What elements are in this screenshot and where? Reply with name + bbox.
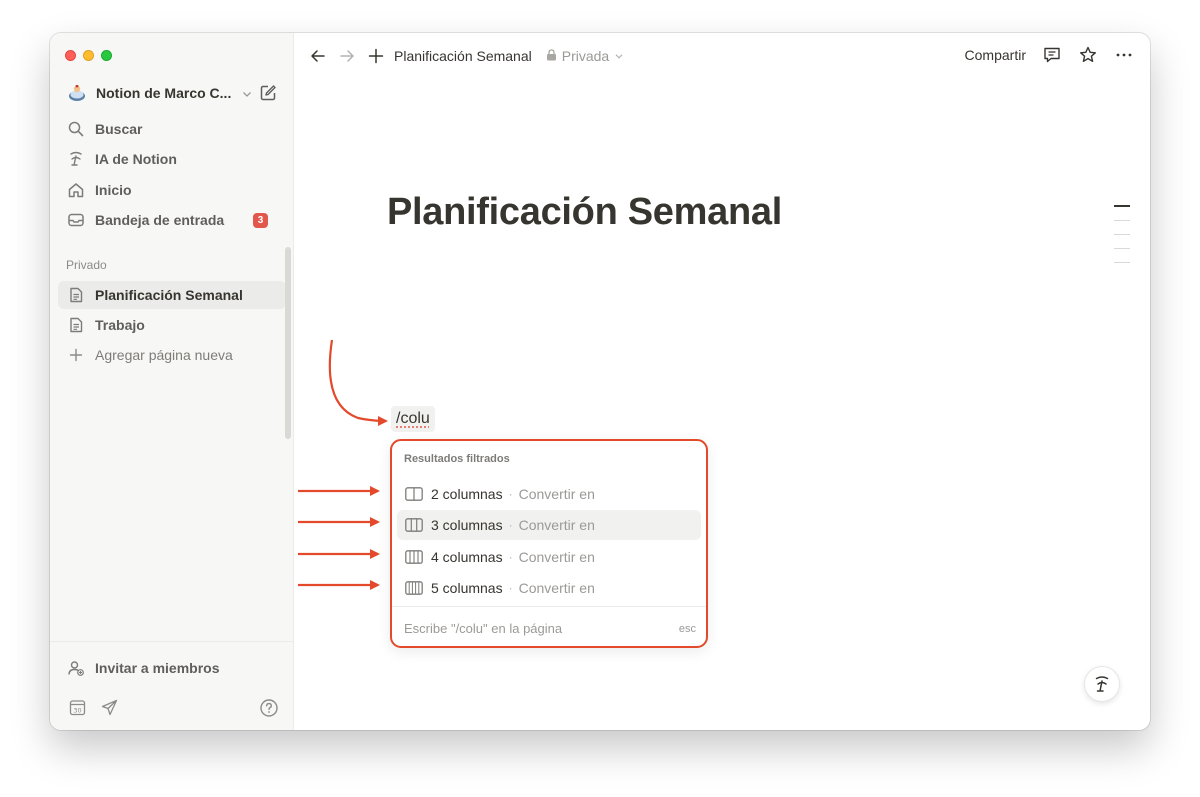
menu-esc-hint[interactable]: esc <box>679 623 696 635</box>
sidebar: Notion de Marco C... Buscar IA de Notion <box>50 33 294 730</box>
lock-icon <box>546 48 557 64</box>
send-icon[interactable] <box>100 698 118 716</box>
page-topbar: Planificación Semanal Privada Compartir <box>294 33 1150 78</box>
sidebar-item-label: Invitar a miembros <box>95 660 220 676</box>
sidebar-item-inbox[interactable]: Bandeja de entrada 3 <box>58 206 286 234</box>
sidebar-footer-tools: 30 <box>68 698 118 716</box>
menu-item-4-columns[interactable]: 4 columnas · Convertir en <box>397 542 701 572</box>
more-options-icon[interactable] <box>1114 45 1134 65</box>
menu-item-hint: Convertir en <box>518 580 595 596</box>
sidebar-page-weekly-planning[interactable]: Planificación Semanal <box>58 281 286 309</box>
menu-item-label: 4 columnas <box>431 549 503 565</box>
inbox-icon <box>66 210 86 230</box>
three-columns-icon <box>405 518 423 532</box>
sidebar-page-work[interactable]: Trabajo <box>58 311 286 339</box>
forward-arrow-icon[interactable] <box>337 46 357 66</box>
sidebar-divider <box>50 641 294 642</box>
sidebar-item-label: Buscar <box>95 121 143 137</box>
add-user-icon <box>66 658 86 678</box>
sidebar-item-label: Agregar página nueva <box>95 347 233 363</box>
five-columns-icon <box>405 581 423 595</box>
zoom-window-button[interactable] <box>101 50 112 61</box>
sidebar-scrollbar[interactable] <box>285 247 291 439</box>
plus-icon <box>66 345 86 365</box>
page-icon <box>66 285 86 305</box>
sidebar-item-notion-ai[interactable]: IA de Notion <box>58 145 286 173</box>
menu-item-3-columns[interactable]: 3 columnas · Convertir en <box>397 510 701 540</box>
svg-text:30: 30 <box>73 706 81 714</box>
sidebar-item-home[interactable]: Inicio <box>58 176 286 204</box>
four-columns-icon <box>405 550 423 564</box>
home-icon <box>66 180 86 200</box>
workspace-avatar-icon <box>66 82 88 104</box>
chevron-down-icon <box>241 87 253 99</box>
table-of-contents-minimap[interactable] <box>1114 205 1130 276</box>
minimize-window-button[interactable] <box>83 50 94 61</box>
privacy-selector[interactable]: Privada <box>546 48 624 64</box>
page-title[interactable]: Planificación Semanal <box>387 191 782 234</box>
share-button[interactable]: Compartir <box>965 47 1026 63</box>
menu-item-label: 3 columnas <box>431 517 503 533</box>
menu-item-hint: Convertir en <box>518 549 595 565</box>
slash-command-text: /colu <box>396 410 430 427</box>
two-columns-icon <box>405 487 423 501</box>
back-arrow-icon[interactable] <box>308 46 328 66</box>
add-new-page-button[interactable]: Agregar página nueva <box>58 341 286 369</box>
menu-item-label: 5 columnas <box>431 580 503 596</box>
breadcrumb-page-title[interactable]: Planificación Semanal <box>394 48 532 64</box>
close-window-button[interactable] <box>65 50 76 61</box>
sidebar-item-label: Trabajo <box>95 317 145 333</box>
window-controls <box>65 50 112 61</box>
search-icon <box>66 119 86 139</box>
section-label-private[interactable]: Privado <box>66 258 107 272</box>
calendar-icon[interactable]: 30 <box>68 698 86 716</box>
new-page-compose-icon[interactable] <box>258 83 278 103</box>
favorite-star-icon[interactable] <box>1078 45 1098 65</box>
sidebar-item-label: Planificación Semanal <box>95 287 243 303</box>
workspace-name: Notion de Marco C... <box>96 85 232 101</box>
menu-heading: Resultados filtrados <box>404 453 510 465</box>
menu-item-hint: Convertir en <box>518 517 595 533</box>
slash-command-menu: Resultados filtrados 2 columnas · Conver… <box>390 439 708 648</box>
menu-item-5-columns[interactable]: 5 columnas · Convertir en <box>397 573 701 603</box>
notion-ai-icon <box>1095 676 1109 692</box>
help-icon[interactable] <box>259 698 279 718</box>
sidebar-item-label: IA de Notion <box>95 151 177 167</box>
page-icon <box>66 315 86 335</box>
slash-command-input[interactable]: /colu <box>391 406 435 432</box>
inbox-count-badge: 3 <box>253 213 268 228</box>
invite-members-button[interactable]: Invitar a miembros <box>58 654 286 682</box>
notion-ai-icon <box>66 149 86 169</box>
workspace-switcher[interactable]: Notion de Marco C... <box>58 79 286 107</box>
menu-divider <box>392 606 706 607</box>
menu-item-label: 2 columnas <box>431 486 503 502</box>
new-page-plus-icon[interactable] <box>366 46 386 66</box>
menu-footer-hint[interactable]: Escribe "/colu" en la página <box>404 621 562 636</box>
privacy-label: Privada <box>561 47 610 64</box>
menu-item-hint: Convertir en <box>518 486 595 502</box>
sidebar-item-search[interactable]: Buscar <box>58 115 286 143</box>
sidebar-item-label: Bandeja de entrada <box>95 212 225 228</box>
menu-item-2-columns[interactable]: 2 columnas · Convertir en <box>397 479 701 509</box>
notion-ai-fab-button[interactable] <box>1084 666 1120 702</box>
comments-icon[interactable] <box>1042 45 1062 65</box>
app-window: Notion de Marco C... Buscar IA de Notion <box>50 33 1150 730</box>
chevron-down-icon <box>614 48 624 64</box>
topbar-actions: Compartir <box>965 45 1134 65</box>
sidebar-item-label: Inicio <box>95 182 132 198</box>
